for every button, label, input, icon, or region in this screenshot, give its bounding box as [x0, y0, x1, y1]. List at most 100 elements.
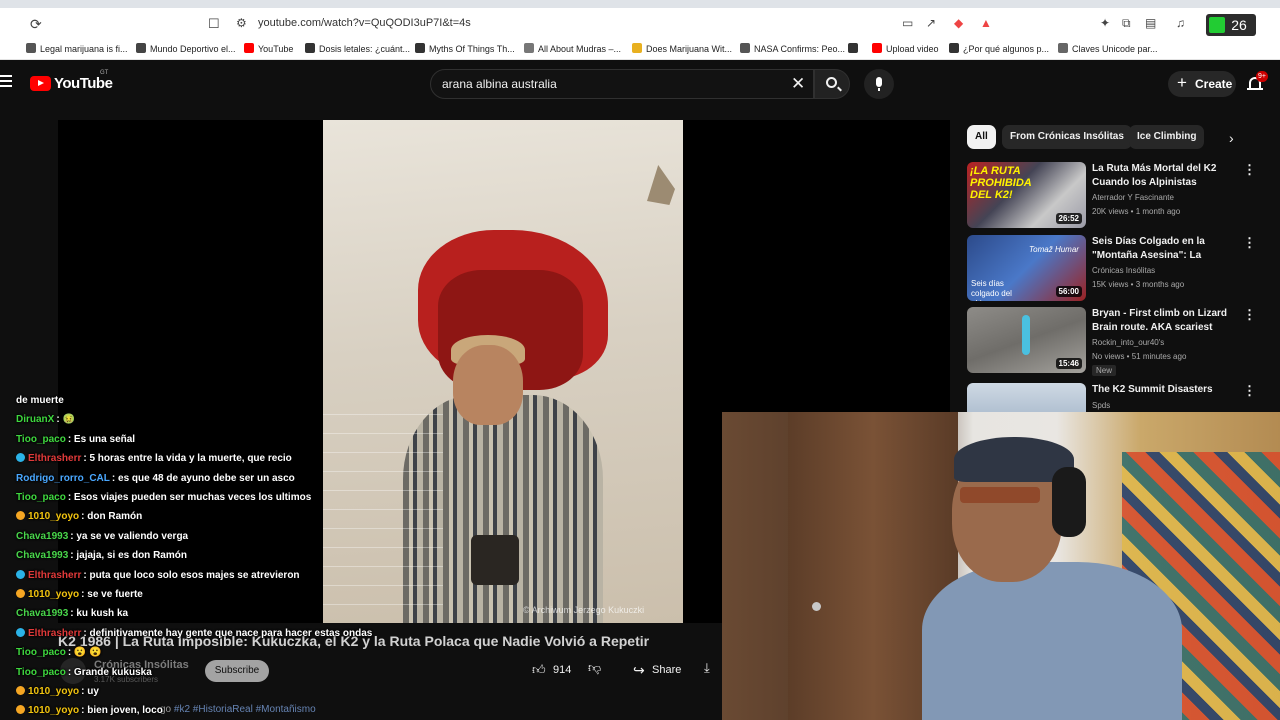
- video-duration: 26:52: [1055, 213, 1082, 224]
- video-thumbnail[interactable]: Tomaž Humar Seis días colgado del abismo…: [967, 235, 1086, 301]
- share-page-icon[interactable]: ↗: [926, 16, 936, 30]
- bookmark-item[interactable]: ¿Por qué algunos p...: [949, 43, 1049, 54]
- recommended-video[interactable]: ¡LA RUTA PROHIBIDA DEL K2! 26:52 La Ruta…: [967, 162, 1272, 228]
- chat-text: : jajaja, si es don Ramón: [70, 550, 187, 562]
- bookmark-item[interactable]: Dosis letales: ¿cuánt...: [305, 43, 410, 54]
- bookmark-item[interactable]: All About Mudras –...: [524, 43, 621, 54]
- bookmark-item[interactable]: Mundo Deportivo el...: [136, 43, 236, 54]
- chevron-right-icon[interactable]: ›: [1229, 130, 1234, 146]
- bookmark-item[interactable]: Legal marijuana is fi...: [26, 43, 128, 54]
- reload-icon[interactable]: ⟳: [30, 16, 42, 33]
- chat-username[interactable]: DiruanX: [16, 414, 54, 425]
- mic-icon: [876, 77, 882, 91]
- voice-search-button[interactable]: [864, 69, 894, 99]
- more-options-icon[interactable]: ⋮: [1243, 307, 1256, 323]
- video-duration: 56:00: [1055, 286, 1082, 297]
- chat-username[interactable]: Rodrigo_rorro_CAL: [16, 473, 110, 484]
- video-title[interactable]: La Ruta Más Mortal del K2 Cuando los Alp…: [1092, 162, 1240, 190]
- plus-icon: +: [1177, 73, 1187, 92]
- cast-icon[interactable]: ▭: [902, 16, 913, 30]
- chat-message: Tioo_paco: Esos viajes pueden ser muchas…: [16, 492, 311, 503]
- search-button[interactable]: [814, 69, 850, 99]
- dislike-button[interactable]: 👎︎: [588, 660, 601, 676]
- bookmark-item[interactable]: Does Marijuana Wit...: [632, 43, 732, 54]
- sidebar-icon[interactable]: ▤: [1145, 16, 1156, 30]
- chat-username[interactable]: Tioo_paco: [16, 492, 66, 503]
- video-title[interactable]: Seis Días Colgado en la "Montaña Asesina…: [1092, 235, 1240, 263]
- bookmark-item[interactable]: Claves Unicode par...: [1058, 43, 1158, 54]
- bookmarks-bar: Legal marijuana is fi... Mundo Deportivo …: [0, 40, 1280, 60]
- url-field[interactable]: youtube.com/watch?v=QuQODI3uP7I&t=4s: [258, 17, 471, 29]
- chat-badge-icon: [16, 569, 25, 579]
- bookmark-favicon-icon: [740, 43, 750, 53]
- chat-username[interactable]: Elthrasherr: [28, 628, 81, 639]
- bookmark-favicon-icon: [848, 43, 858, 53]
- channel-name[interactable]: Crónicas Insólitas: [1092, 266, 1155, 275]
- chat-username[interactable]: Chava1993: [16, 550, 68, 561]
- bookmark-item[interactable]: Upload video: [872, 43, 939, 54]
- search-icon: [826, 77, 837, 88]
- chat-username[interactable]: Tioo_paco: [16, 667, 66, 678]
- bookmark-item[interactable]: Myths Of Things Th...: [415, 43, 515, 54]
- more-options-icon[interactable]: ⋮: [1243, 383, 1256, 399]
- chat-username[interactable]: 1010_yoyo: [28, 686, 79, 697]
- chat-badge-icon: [16, 686, 25, 695]
- channel-name[interactable]: Aterrador Y Fascinante: [1092, 193, 1174, 202]
- more-options-icon[interactable]: ⋮: [1243, 162, 1256, 178]
- recommended-video[interactable]: 15:46 Bryan - First climb on Lizard Brai…: [967, 307, 1272, 376]
- extension-icon[interactable]: ✦: [1100, 16, 1110, 30]
- youtube-header: YouTube GT arana albina australia ✕ + Cr…: [0, 61, 1280, 107]
- more-options-icon[interactable]: ⋮: [1243, 235, 1256, 251]
- video-thumbnail[interactable]: 15:46: [967, 307, 1086, 373]
- bookmark-item[interactable]: NASA Confirms: Peo...: [740, 43, 845, 54]
- chat-username[interactable]: Chava1993: [16, 531, 68, 542]
- search-input[interactable]: arana albina australia ✕: [430, 69, 814, 99]
- chat-text: de muerte: [16, 395, 64, 406]
- chat-username[interactable]: Chava1993: [16, 608, 68, 619]
- video-thumbnail[interactable]: ¡LA RUTA PROHIBIDA DEL K2! 26:52: [967, 162, 1086, 228]
- webcam-overlay: [722, 412, 1280, 720]
- bookmark-item[interactable]: [848, 43, 862, 54]
- browser-address-bar: ⟳ ☐ ⚙ youtube.com/watch?v=QuQODI3uP7I&t=…: [0, 0, 1280, 40]
- menu-icon[interactable]: [0, 75, 12, 89]
- chat-badge-icon: [16, 705, 25, 715]
- video-title[interactable]: Bryan - First climb on Lizard Brain rout…: [1092, 307, 1240, 335]
- create-button[interactable]: + Create: [1168, 71, 1236, 97]
- bookmark-favicon-icon: [26, 43, 36, 53]
- chip-ice-climbing[interactable]: Ice Climbing: [1129, 125, 1205, 149]
- chat-text: : Es una señal: [67, 433, 136, 445]
- chat-message: Tioo_paco: Es una señal: [16, 434, 135, 445]
- chat-username[interactable]: Tioo_paco: [16, 434, 66, 445]
- bookmark-favicon-icon: [305, 43, 315, 53]
- share-button[interactable]: ↪ Share: [628, 659, 692, 683]
- chat-username[interactable]: Tioo_paco: [16, 647, 66, 658]
- channel-name[interactable]: Rockin_into_our40's: [1092, 338, 1164, 347]
- download-icon[interactable]: ⤓: [704, 660, 710, 676]
- chat-badge-icon: [16, 453, 25, 463]
- chat-username[interactable]: Elthrasherr: [28, 570, 81, 581]
- channel-name[interactable]: Spds: [1092, 401, 1110, 410]
- chat-text: : puta que loco solo esos majes se atrev…: [83, 569, 300, 581]
- chat-username[interactable]: Elthrasherr: [28, 453, 81, 464]
- extension-counter-badge[interactable]: 26: [1206, 14, 1256, 36]
- chat-message: DiruanX: 🤢: [16, 414, 75, 425]
- video-duration: 15:46: [1055, 358, 1082, 369]
- shield-extension-icon[interactable]: ◆: [954, 16, 963, 30]
- video-title[interactable]: The K2 Summit Disasters: [1092, 383, 1240, 397]
- site-info-icon[interactable]: ⚙: [236, 16, 247, 30]
- chat-username[interactable]: 1010_yoyo: [28, 705, 79, 716]
- chip-from-channel[interactable]: From Crónicas Insólitas: [1002, 125, 1132, 149]
- bookmark-icon[interactable]: ☐: [208, 16, 220, 32]
- video-meta: 15K views • 3 months ago: [1092, 280, 1185, 289]
- chip-all[interactable]: All: [967, 125, 996, 149]
- music-icon[interactable]: ♫: [1176, 16, 1185, 30]
- clear-search-icon[interactable]: ✕: [791, 74, 805, 94]
- chat-username[interactable]: 1010_yoyo: [28, 589, 79, 600]
- alert-extension-icon[interactable]: ▲: [980, 16, 992, 30]
- like-button[interactable]: 👍︎ 914: [524, 659, 580, 683]
- chat-username[interactable]: 1010_yoyo: [28, 511, 79, 522]
- bookmark-item[interactable]: YouTube: [244, 43, 293, 54]
- notifications-bell-icon[interactable]: 9+: [1247, 71, 1268, 91]
- recommended-video[interactable]: Tomaž Humar Seis días colgado del abismo…: [967, 235, 1272, 301]
- puzzle-icon[interactable]: ⧉: [1122, 16, 1131, 31]
